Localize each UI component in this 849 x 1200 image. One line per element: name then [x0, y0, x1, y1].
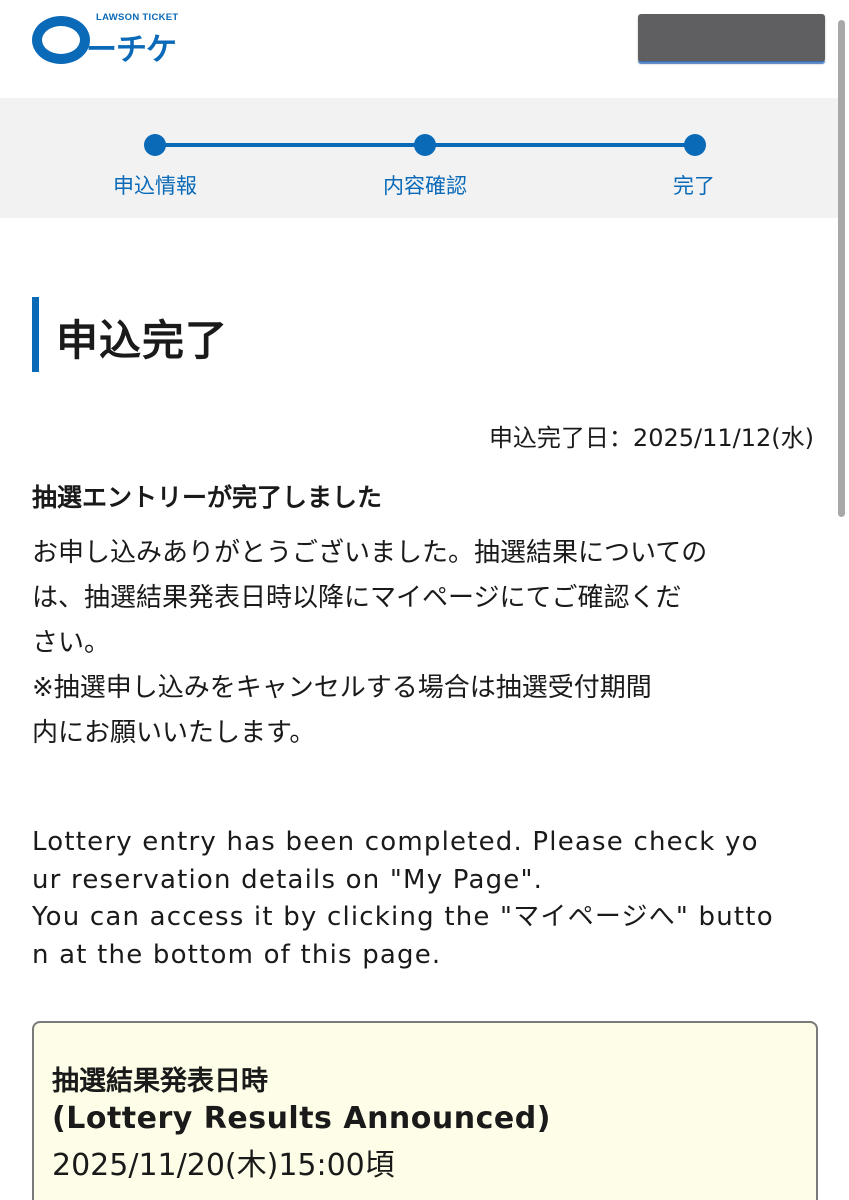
- step-dot-2: [414, 134, 436, 156]
- message-english: Lottery entry has been completed. Please…: [32, 824, 832, 974]
- step-dot-1: [144, 134, 166, 156]
- logo-o-mark: [32, 16, 90, 64]
- message-jp-line: さい。: [32, 628, 111, 658]
- logo-sub-text: LAWSON TICKET: [96, 12, 179, 23]
- step-dot-3: [684, 134, 706, 156]
- completion-heading: 抽選エントリーが完了しました: [32, 483, 383, 512]
- title-accent-bar: [32, 297, 39, 372]
- message-japanese: お申し込みありがとうございました。抽選結果についての は、抽選結果発表日時以降に…: [32, 531, 822, 756]
- result-announce-title-en: (Lottery Results Announced): [52, 1101, 551, 1136]
- lottery-result-box: 抽選結果発表日時 (Lottery Results Announced) 202…: [32, 1021, 818, 1200]
- lawson-ticket-logo[interactable]: LAWSON TICKET ーチケ: [30, 12, 180, 70]
- page: LAWSON TICKET ーチケ 申込情報 内容確認 完了 申込完了 申込完了…: [0, 0, 849, 1200]
- message-jp-line: お申し込みありがとうございました。抽選結果についての: [32, 538, 708, 568]
- message-jp-line: ※抽選申し込みをキャンセルする場合は抽選受付期間: [32, 673, 652, 703]
- logo-word: ーチケ: [86, 32, 177, 68]
- scrollbar[interactable]: [838, 20, 845, 517]
- result-announce-date: 2025/11/20(木)15:00頃: [52, 1148, 395, 1183]
- header: LAWSON TICKET ーチケ: [0, 0, 849, 98]
- message-jp-line: は、抽選結果発表日時以降にマイページにてご確認くだ: [32, 583, 682, 613]
- message-en-line: n at the bottom of this page.: [32, 939, 442, 970]
- step-indicator: 申込情報 内容確認 完了: [0, 98, 838, 218]
- page-title: 申込完了: [56, 316, 229, 365]
- account-button[interactable]: [638, 14, 825, 64]
- message-jp-line: 内にお願いいたします。: [32, 718, 316, 748]
- step-label-confirm: 内容確認: [383, 174, 467, 198]
- message-en-line: ur reservation details on "My Page".: [32, 864, 544, 895]
- result-announce-title: 抽選結果発表日時: [52, 1066, 268, 1097]
- step-label-entry-info: 申込情報: [113, 174, 197, 198]
- message-en-line: Lottery entry has been completed. Please…: [32, 827, 759, 857]
- message-en-line: You can access it by clicking the "マイページ…: [32, 902, 774, 932]
- completion-date: 申込完了日：2025/11/12(水): [488, 424, 814, 452]
- step-label-complete: 完了: [673, 174, 715, 198]
